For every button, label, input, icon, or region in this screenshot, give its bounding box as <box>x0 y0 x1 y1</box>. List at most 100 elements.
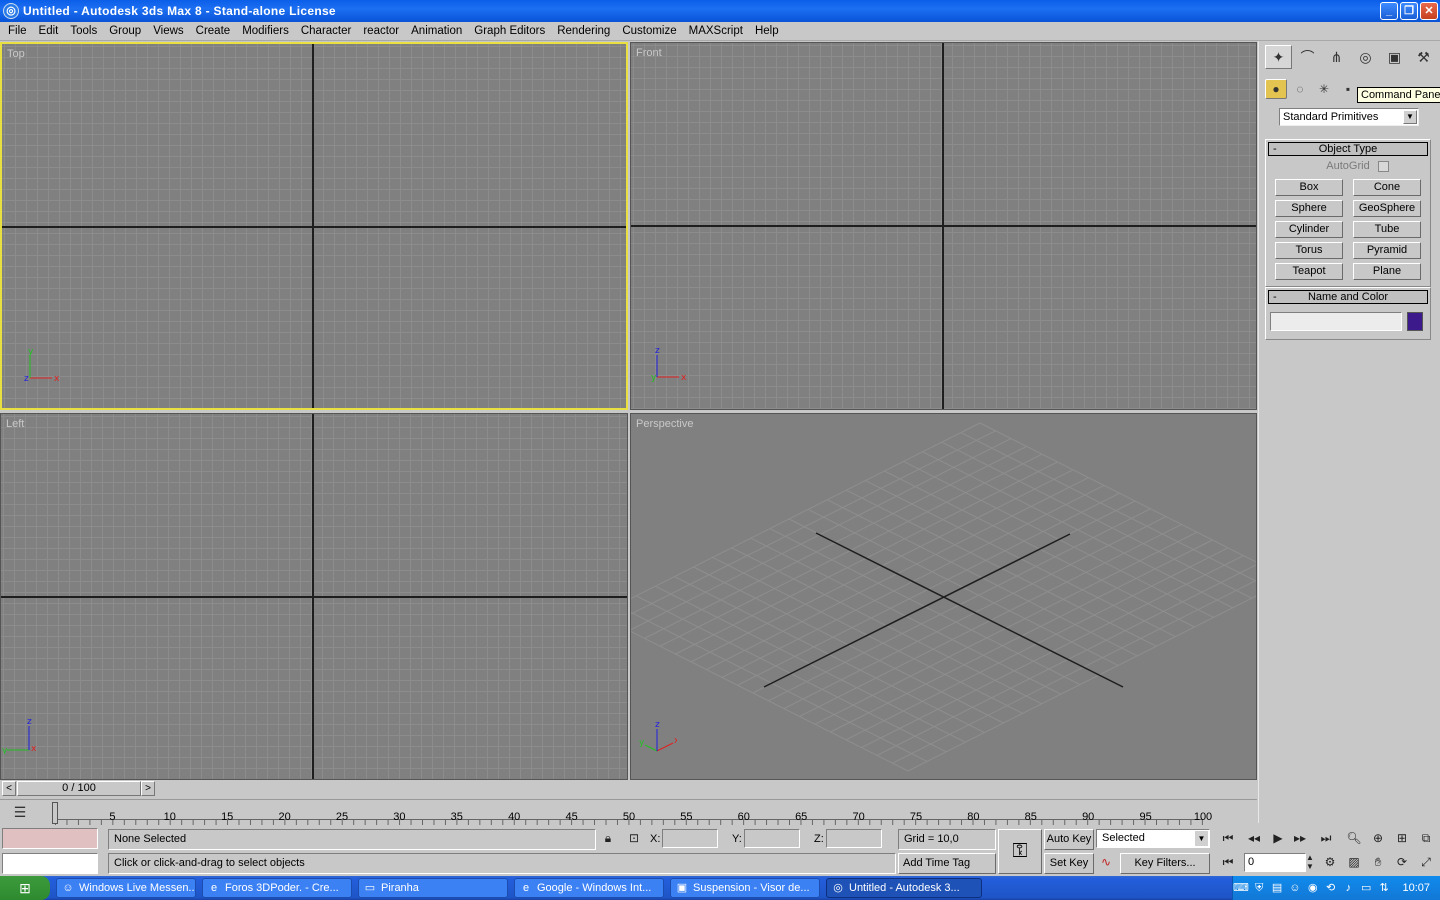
object-type-header[interactable]: - Object Type <box>1268 142 1428 156</box>
update-icon[interactable]: ⟲ <box>1323 880 1338 896</box>
torus-button[interactable]: Torus <box>1275 242 1343 259</box>
clock[interactable]: 10:07 <box>1402 882 1430 894</box>
keyboard-icon[interactable]: ⌨ <box>1233 880 1249 896</box>
play-icon[interactable]: ▶ <box>1268 829 1288 848</box>
field-of-view-icon[interactable]: ▨ <box>1344 853 1364 872</box>
time-slider-thumb[interactable]: 0 / 100 <box>17 781 141 796</box>
menu-tools[interactable]: Tools <box>64 22 103 41</box>
z-coordinate-field[interactable] <box>826 829 882 848</box>
menu-file[interactable]: File <box>2 22 33 41</box>
key-filters-button[interactable]: Key Filters... <box>1120 853 1210 874</box>
maximize-viewport-icon[interactable]: ⤢ <box>1416 853 1436 872</box>
object-name-field[interactable] <box>1270 312 1402 331</box>
x-coordinate-field[interactable] <box>662 829 718 848</box>
menu-reactor[interactable]: reactor <box>357 22 405 41</box>
zoom-extents-icon[interactable]: ⊞ <box>1392 829 1412 848</box>
object-color-swatch[interactable] <box>1407 312 1423 331</box>
antivirus-icon[interactable]: ◉ <box>1305 880 1320 896</box>
motion-tab-icon[interactable]: ◎ <box>1352 45 1379 69</box>
viewport-label-left[interactable]: Left <box>6 418 24 430</box>
menu-rendering[interactable]: Rendering <box>551 22 616 41</box>
primitive-type-select[interactable]: Standard Primitives ▼ <box>1279 108 1419 126</box>
restore-button[interactable]: ❐ <box>1400 2 1418 20</box>
display-tab-icon[interactable]: ▣ <box>1381 45 1408 69</box>
pyramid-button[interactable]: Pyramid <box>1353 242 1421 259</box>
curve-editor-icon[interactable]: ☰ <box>10 804 30 822</box>
viewport-front[interactable]: Front x z y <box>630 42 1257 410</box>
set-key-icon[interactable]: ⚿ <box>998 829 1042 874</box>
geometry-icon[interactable]: ● <box>1265 79 1287 99</box>
menu-edit[interactable]: Edit <box>33 22 65 41</box>
menu-graph-editors[interactable]: Graph Editors <box>468 22 551 41</box>
geosphere-button[interactable]: GeoSphere <box>1353 200 1421 217</box>
minimize-button[interactable]: _ <box>1380 2 1398 20</box>
taskbar-item[interactable]: ▭ Piranha <box>358 878 508 898</box>
shapes-icon[interactable]: ◌ <box>1289 79 1311 99</box>
taskbar-item[interactable]: ▣ Suspension - Visor de... <box>670 878 820 898</box>
3ds-max-icon[interactable]: ◎ <box>3 3 19 19</box>
previous-frame-icon[interactable]: ◂◂ <box>1244 829 1264 848</box>
zoom-icon[interactable]: 🔍︎ <box>1344 829 1364 848</box>
start-button[interactable]: ⊞ <box>0 876 50 900</box>
orbit-icon[interactable]: ⟳ <box>1392 853 1412 872</box>
plane-button[interactable]: Plane <box>1353 263 1421 280</box>
connection-icon[interactable]: ⇅ <box>1377 880 1392 896</box>
autogrid-checkbox[interactable] <box>1378 161 1389 172</box>
maxscript-listener-top[interactable] <box>2 828 98 849</box>
cameras-icon[interactable]: ▪ <box>1337 79 1359 99</box>
lock-selection-icon[interactable]: 🔒︎ <box>598 829 618 848</box>
cylinder-button[interactable]: Cylinder <box>1275 221 1343 238</box>
time-slider[interactable]: < 0 / 100 > <box>0 780 1257 798</box>
taskbar-item-active[interactable]: ◎ Untitled - Autodesk 3... <box>826 878 982 898</box>
taskbar-item[interactable]: ☺ Windows Live Messen... <box>56 878 196 898</box>
messenger-tray-icon[interactable]: ☺ <box>1288 880 1303 896</box>
y-coordinate-field[interactable] <box>744 829 800 848</box>
menu-create[interactable]: Create <box>190 22 237 41</box>
menu-help[interactable]: Help <box>749 22 785 41</box>
menu-maxscript[interactable]: MAXScript <box>683 22 749 41</box>
next-frame-icon[interactable]: ▸▸ <box>1290 829 1310 848</box>
menu-views[interactable]: Views <box>147 22 189 41</box>
utilities-tab-icon[interactable]: ⚒ <box>1410 45 1437 69</box>
menu-character[interactable]: Character <box>295 22 358 41</box>
viewport-left[interactable]: Left y z x <box>0 413 628 780</box>
viewport-label-front[interactable]: Front <box>636 47 662 59</box>
box-button[interactable]: Box <box>1275 179 1343 196</box>
absolute-mode-icon[interactable]: ⊡ <box>624 829 644 848</box>
create-tab-icon[interactable]: ✦ <box>1265 45 1292 69</box>
current-frame-marker[interactable] <box>52 802 58 824</box>
chevron-down-icon[interactable]: ▼ <box>1403 110 1417 124</box>
hierarchy-tab-icon[interactable]: ⋔ <box>1323 45 1350 69</box>
time-next-arrow[interactable]: > <box>141 781 155 796</box>
menu-modifiers[interactable]: Modifiers <box>236 22 295 41</box>
add-time-tag-button[interactable]: Add Time Tag <box>898 853 996 874</box>
viewport-label-top[interactable]: Top <box>7 48 25 60</box>
sphere-button[interactable]: Sphere <box>1275 200 1343 217</box>
current-frame-field[interactable]: 0 <box>1244 853 1306 872</box>
set-key-button[interactable]: Set Key <box>1044 853 1094 874</box>
lights-icon[interactable]: ✳ <box>1313 79 1335 99</box>
menu-group[interactable]: Group <box>103 22 147 41</box>
volume-icon[interactable]: ♪ <box>1341 880 1356 896</box>
security-shield-icon[interactable]: ⛨ <box>1252 880 1267 896</box>
taskbar-item[interactable]: e Foros 3DPoder. - Cre... <box>202 878 352 898</box>
go-to-start-icon[interactable]: ⏮ <box>1218 829 1238 848</box>
maxscript-listener-bottom[interactable] <box>2 853 98 874</box>
zoom-extents-all-icon[interactable]: ⧉ <box>1416 829 1436 848</box>
pan-icon[interactable]: ✋︎ <box>1368 853 1388 872</box>
viewport-top[interactable]: Top x y z <box>0 42 628 410</box>
auto-key-button[interactable]: Auto Key <box>1044 829 1094 850</box>
menu-animation[interactable]: Animation <box>405 22 468 41</box>
viewport-perspective[interactable]: Perspective x y z <box>630 413 1257 780</box>
modify-tab-icon[interactable]: ⌒ <box>1294 45 1321 69</box>
taskbar-item[interactable]: e Google - Windows Int... <box>514 878 664 898</box>
teapot-button[interactable]: Teapot <box>1275 263 1343 280</box>
key-tangent-icon[interactable]: ∿ <box>1096 853 1116 872</box>
name-and-color-header[interactable]: - Name and Color <box>1268 290 1428 304</box>
menu-customize[interactable]: Customize <box>616 22 682 41</box>
display-tray-icon[interactable]: ▭ <box>1359 880 1374 896</box>
cone-button[interactable]: Cone <box>1353 179 1421 196</box>
key-mode-toggle-icon[interactable]: ⏮ <box>1218 853 1238 872</box>
frame-spinner-icon[interactable]: ▲ ▼ <box>1304 853 1316 872</box>
zoom-all-icon[interactable]: ⊕ <box>1368 829 1388 848</box>
